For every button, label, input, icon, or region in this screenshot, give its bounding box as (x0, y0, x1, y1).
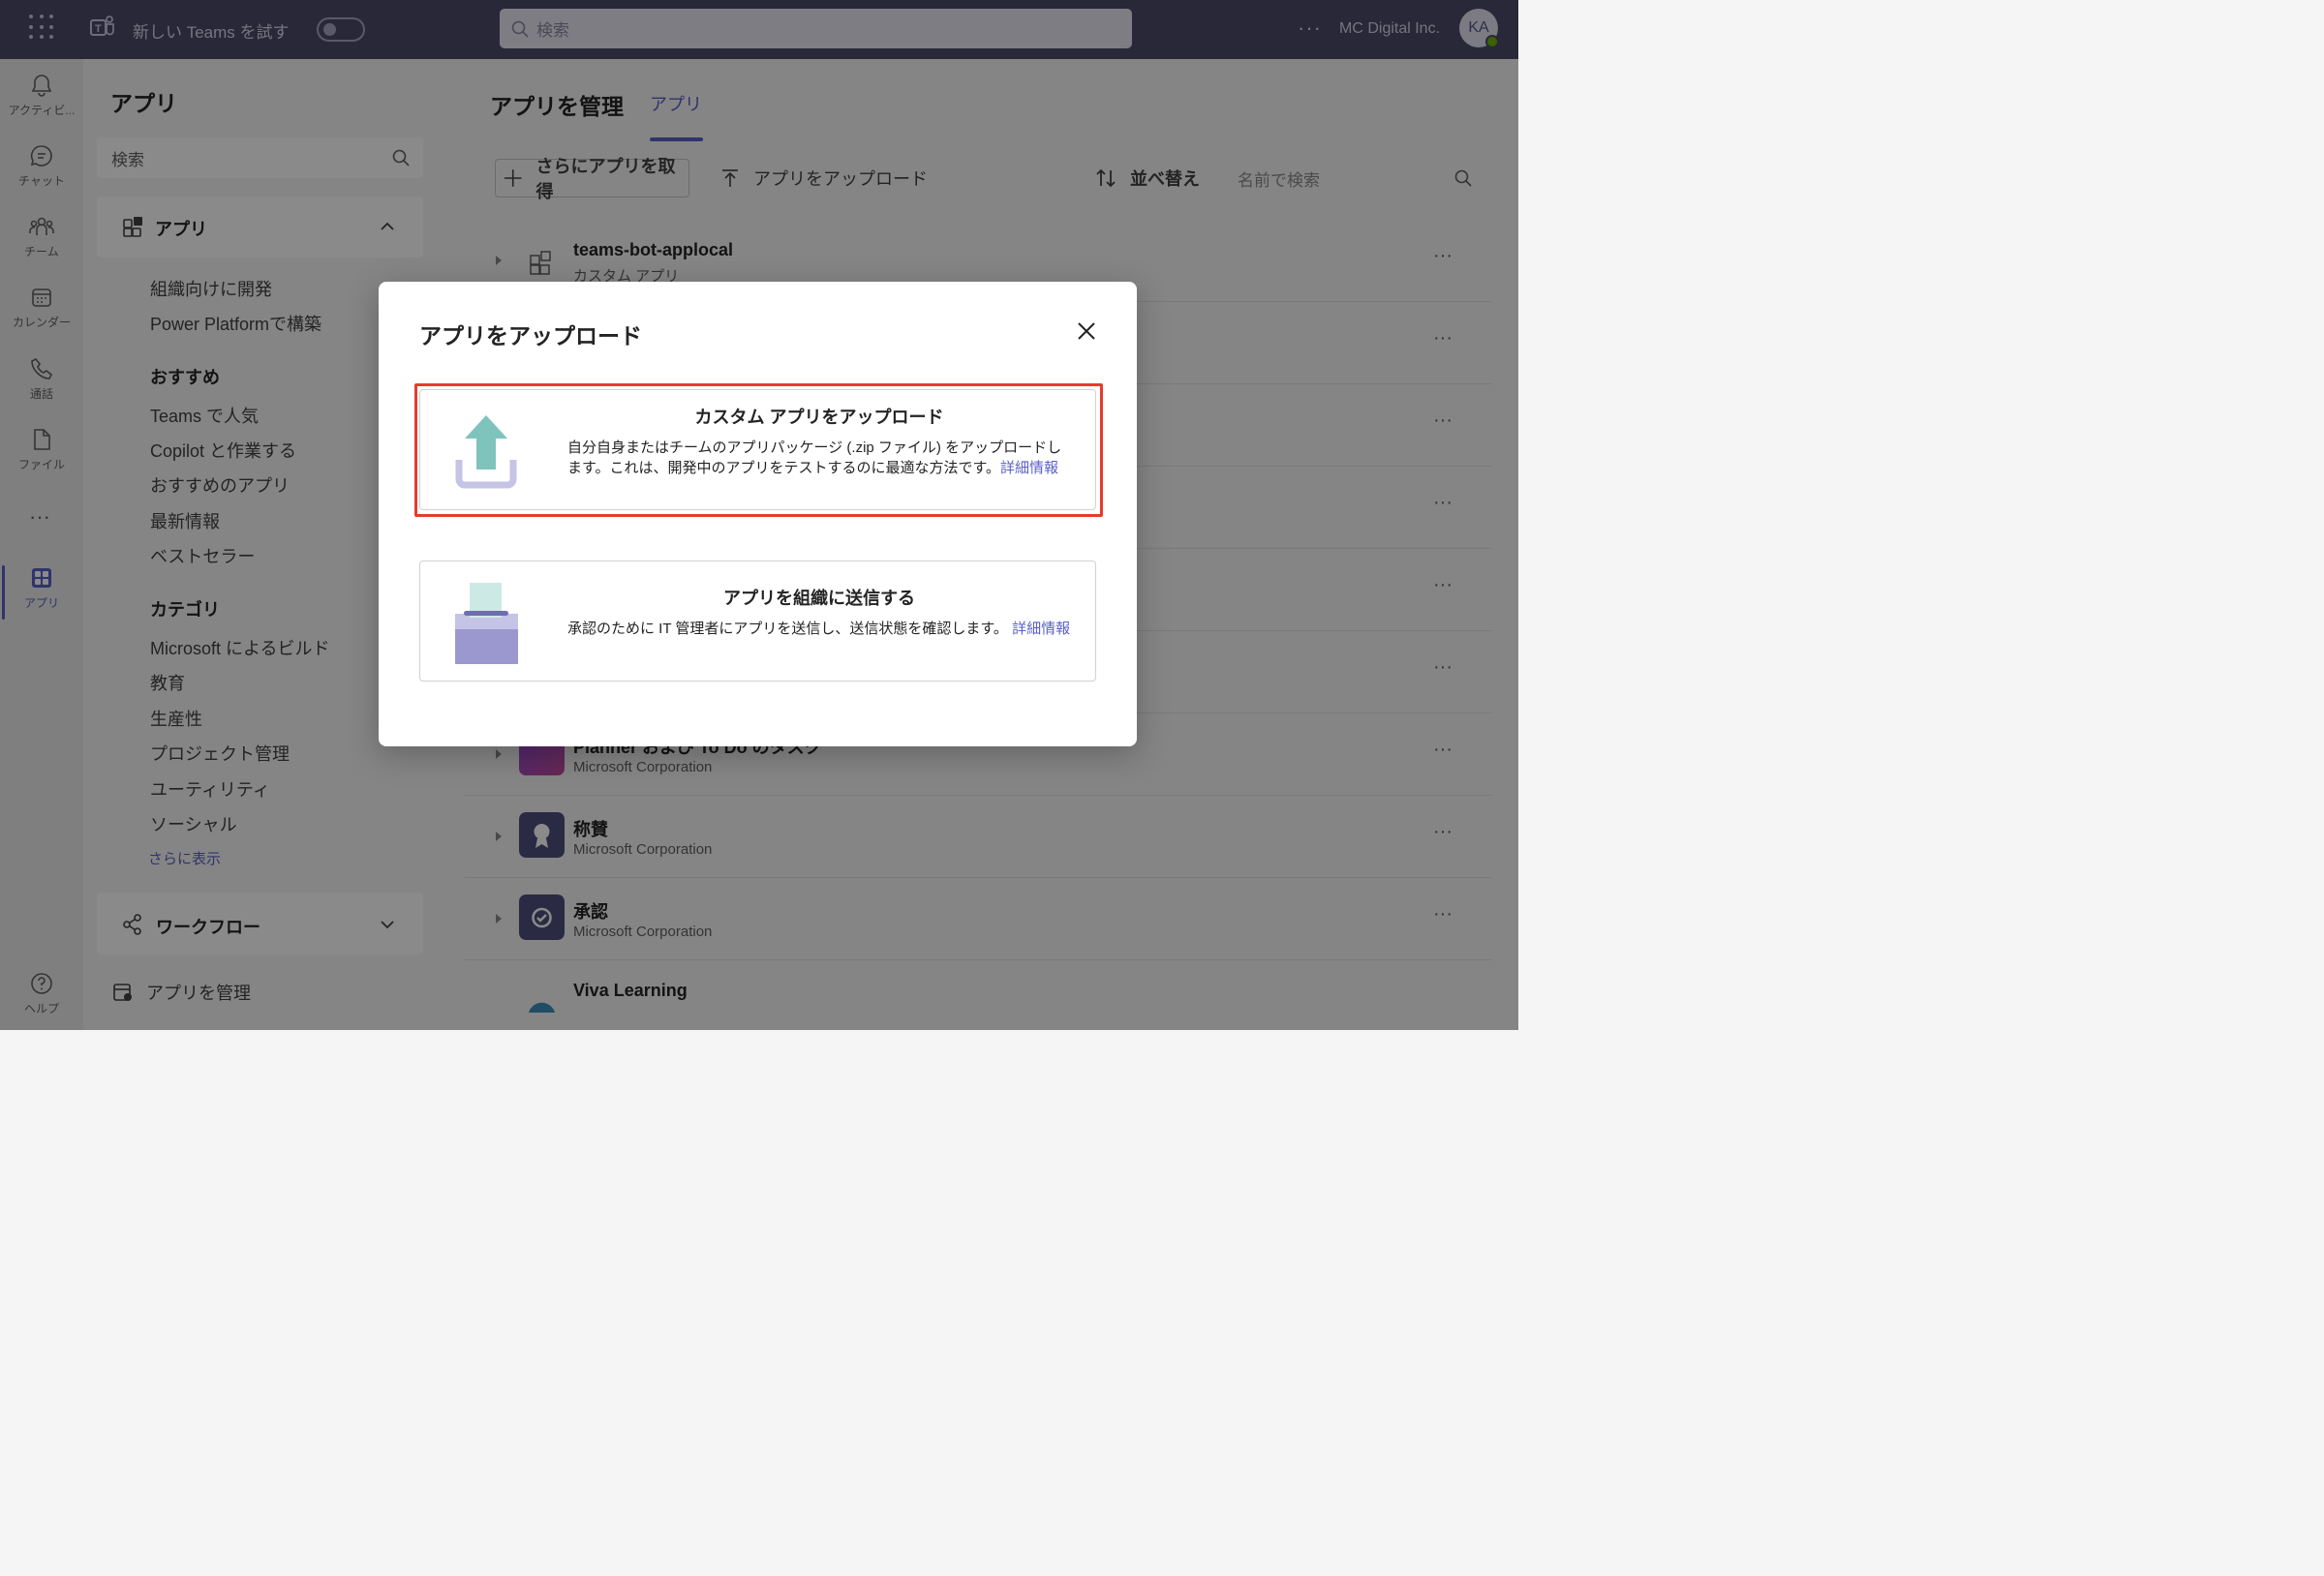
highlight-box (414, 383, 1103, 517)
submit-app-to-org-option[interactable]: アプリを組織に送信する 承認のために IT 管理者にアプリを送信し、送信状態を確… (419, 561, 1096, 682)
upload-app-dialog: アプリをアップロード カスタム アプリをアップロード 自分自身またはチームのアプ… (379, 282, 1137, 746)
submit-to-org-icon (455, 583, 518, 664)
dialog-title: アプリをアップロード (419, 323, 642, 349)
close-icon[interactable] (1076, 320, 1097, 342)
option-heading: アプリを組織に送信する (723, 589, 915, 608)
option-description: 承認のために IT 管理者にアプリを送信し、送信状態を確認します。 詳細情報 (567, 621, 1071, 637)
learn-more-link[interactable]: 詳細情報 (1012, 621, 1070, 637)
